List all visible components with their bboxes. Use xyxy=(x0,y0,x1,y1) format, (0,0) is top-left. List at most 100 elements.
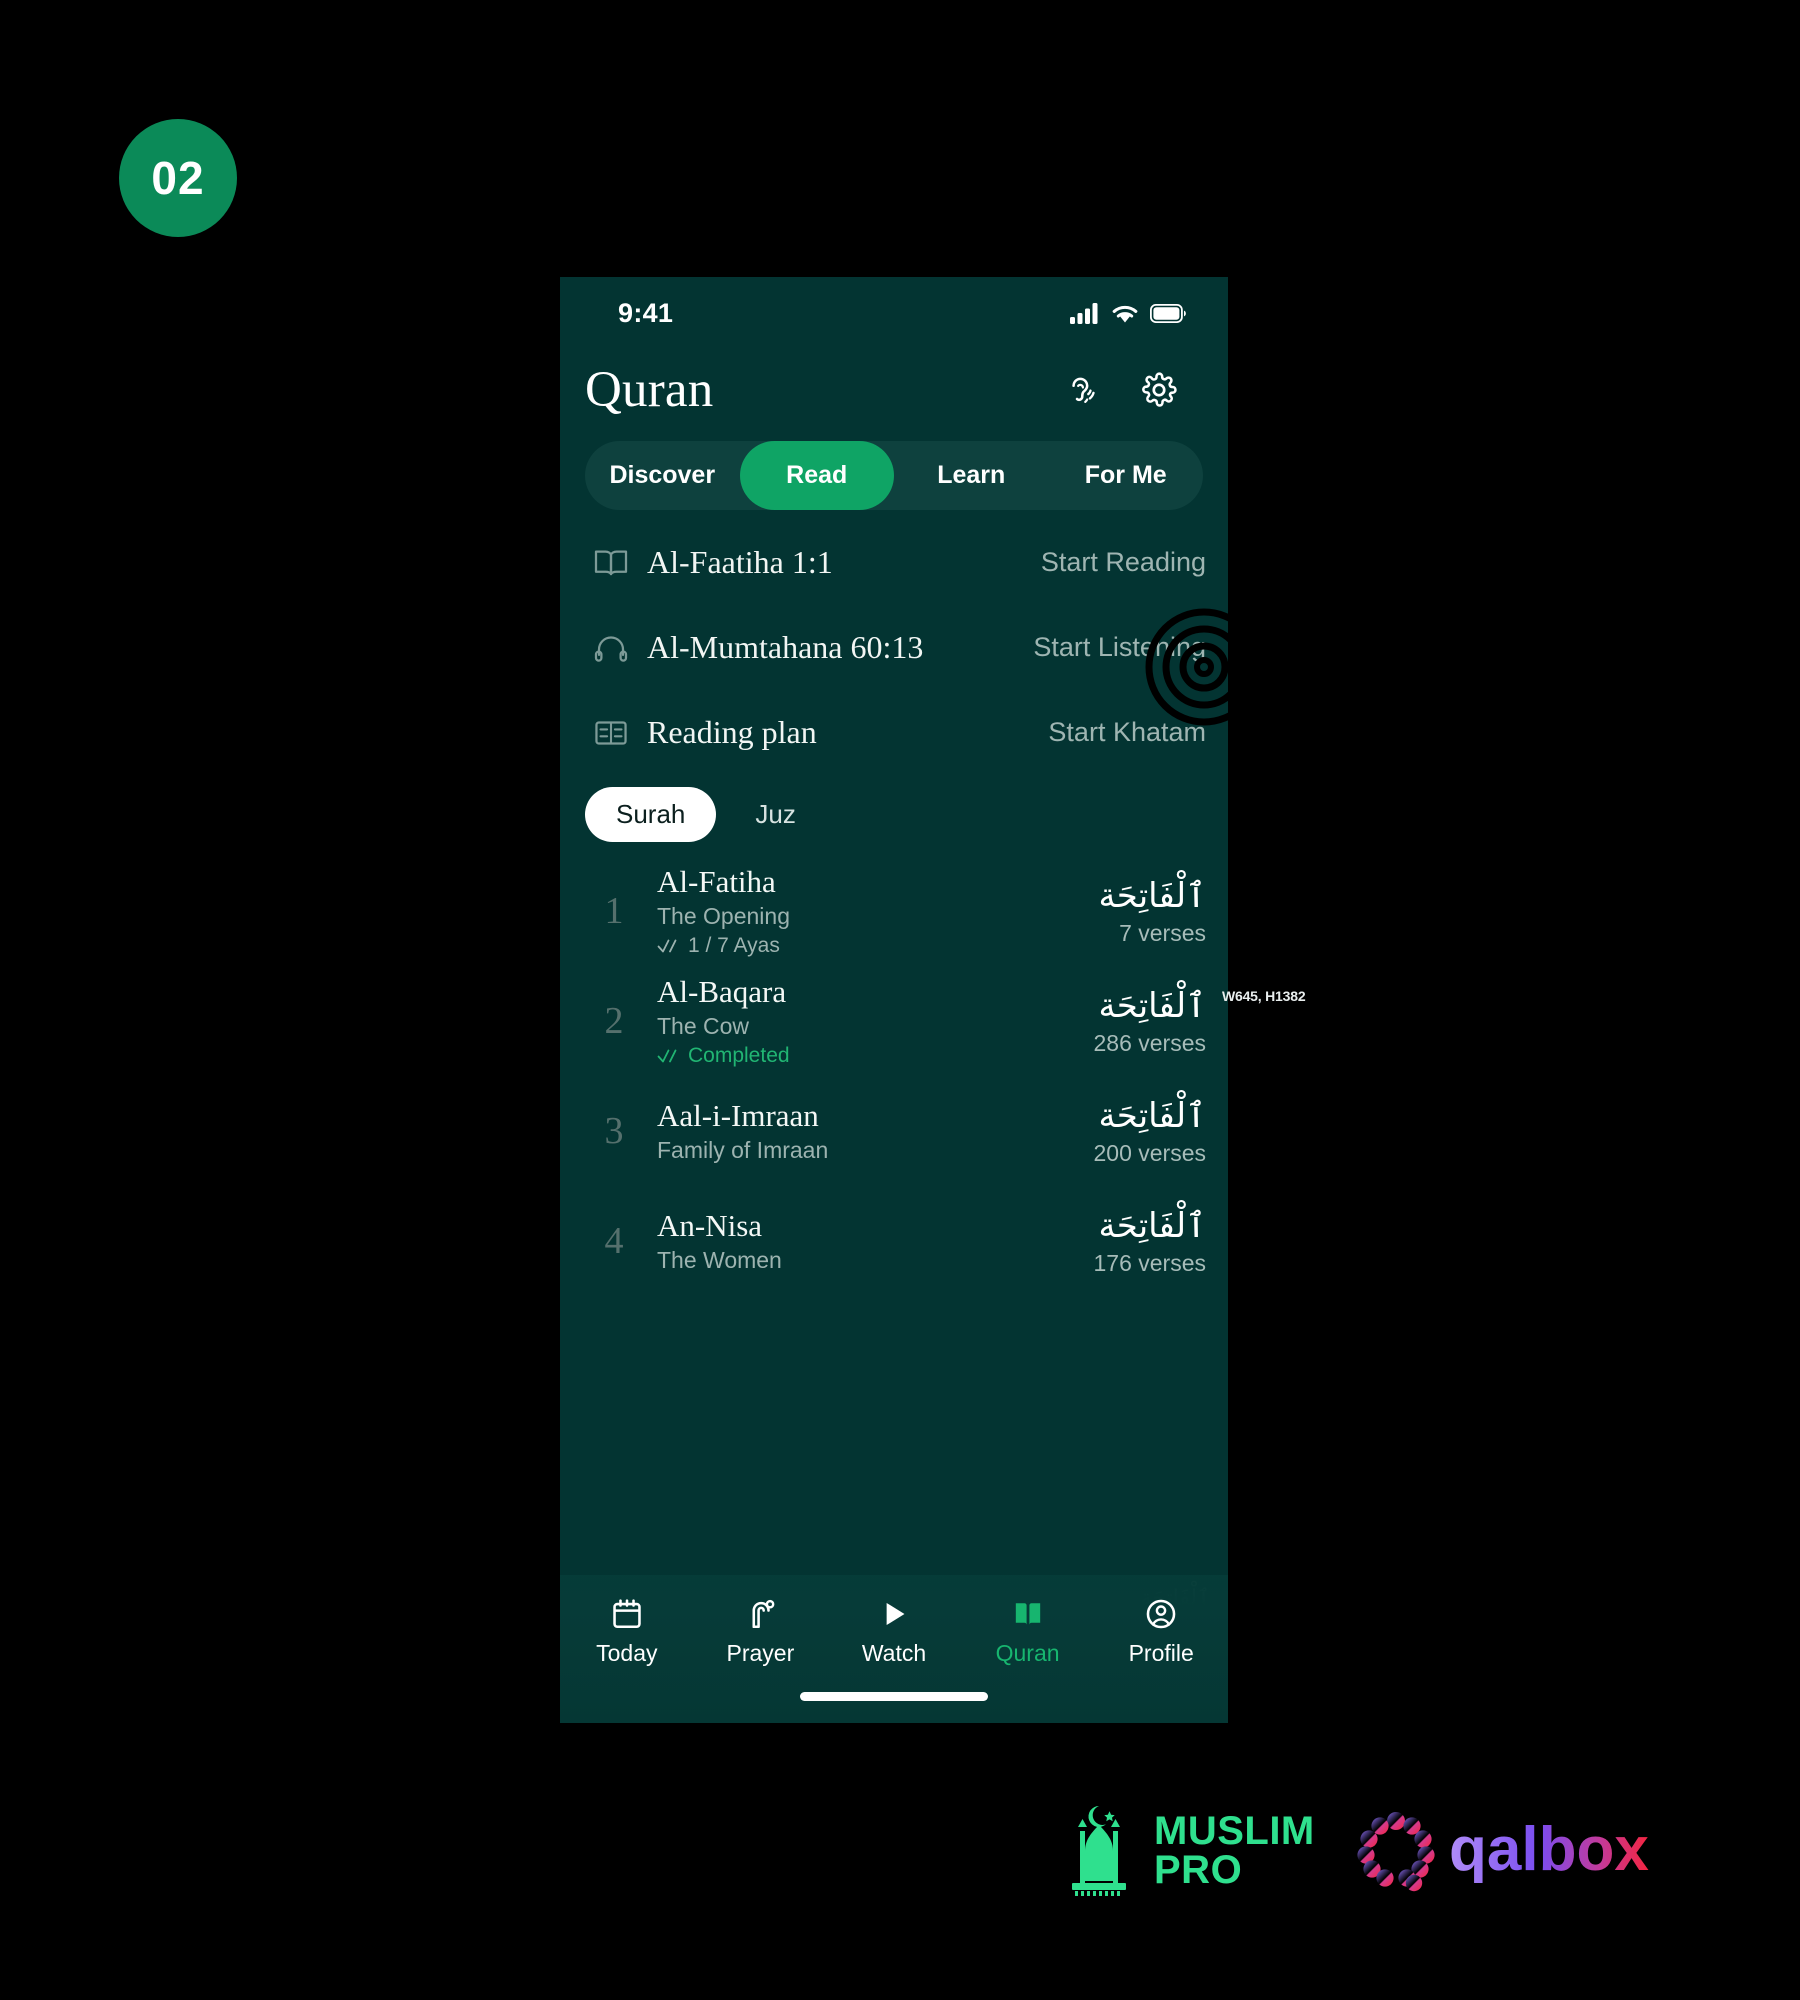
play-triangle-icon xyxy=(877,1593,911,1631)
surah-meaning: Family of Imraan xyxy=(657,1137,829,1164)
surah-arabic-name: ٱلْفَاتِحَة xyxy=(1098,1206,1206,1247)
qalbox-mark-icon xyxy=(1357,1812,1435,1892)
status-indicators xyxy=(1070,302,1186,324)
double-check-icon xyxy=(657,939,677,953)
quick-action-label: Al-Mumtahana 60:13 xyxy=(647,629,924,665)
surah-progress: Completed xyxy=(657,1044,1031,1068)
reading-plan-icon xyxy=(585,718,647,748)
settings-gear-icon xyxy=(1142,372,1177,407)
quick-action-row-reading[interactable]: Al-Faatiha 1:1 Start Reading xyxy=(585,520,1206,605)
calendar-icon xyxy=(610,1593,644,1631)
wifi-icon xyxy=(1112,305,1138,322)
surah-verse-count: 7 verses xyxy=(1119,919,1206,946)
muslim-pro-logo: MUSLIM PRO xyxy=(1060,1805,1315,1897)
headphones-icon xyxy=(585,633,647,663)
open-book-icon xyxy=(585,548,647,578)
surah-arabic-name: ٱلْفَاتِحَة xyxy=(1098,986,1206,1027)
tab-learn[interactable]: Learn xyxy=(894,441,1049,510)
tab-read[interactable]: Read xyxy=(739,441,894,510)
list-type-toggle: Surah Juz xyxy=(585,787,1228,842)
status-time: 9:41 xyxy=(618,297,674,328)
nav-label: Watch xyxy=(861,1640,927,1666)
quick-action-label: Al-Faatiha 1:1 xyxy=(647,544,833,580)
surah-meaning: The Cow xyxy=(657,1013,750,1040)
surah-name: Al-Fatiha xyxy=(657,863,776,899)
listening-button[interactable] xyxy=(1060,369,1102,411)
surah-progress-label: 1 / 7 Ayas xyxy=(688,934,780,958)
surah-right-block: ٱلْفَاتِحَة 200 verses xyxy=(1031,1095,1206,1167)
surah-list-item[interactable]: 4 An-Nisa The Women ٱلْفَاتِحَة 176 vers… xyxy=(585,1186,1207,1296)
phone-screen: 9:41 Quran Discover Read Learn For Me Al… xyxy=(560,277,1228,1723)
step-badge: 02 xyxy=(119,119,237,237)
toggle-surah[interactable]: Surah xyxy=(585,787,717,842)
surah-arabic-name: ٱلْفَاتِحَة xyxy=(1098,876,1206,917)
nav-item-prayer[interactable]: Prayer xyxy=(694,1593,828,1667)
status-bar: 9:41 xyxy=(560,277,1228,339)
footer-logos: MUSLIM PRO qalbox xyxy=(1060,1805,1714,1897)
surah-list-item[interactable]: 3 Aal-i-Imraan Family of Imraan ٱلْفَاتِ… xyxy=(585,1076,1207,1186)
muslim-pro-wordmark: MUSLIM PRO xyxy=(1154,1808,1315,1892)
segmented-control: Discover Read Learn For Me xyxy=(585,441,1203,510)
home-indicator[interactable] xyxy=(800,1692,988,1701)
surah-verse-count: 286 verses xyxy=(1093,1029,1206,1056)
header-actions xyxy=(1060,369,1180,411)
muslim-pro-line1: MUSLIM xyxy=(1154,1808,1315,1853)
dimension-watermark: W645, H1382 xyxy=(1222,988,1306,1004)
surah-verse-count: 200 verses xyxy=(1093,1139,1206,1166)
page-title: Quran xyxy=(585,362,714,418)
app-header: Quran xyxy=(560,339,1228,419)
toggle-juz[interactable]: Juz xyxy=(724,787,826,842)
tab-discover[interactable]: Discover xyxy=(585,441,740,510)
nav-label: Profile xyxy=(1128,1640,1194,1666)
quick-actions-list: Al-Faatiha 1:1 Start Reading Al-Mumtahan… xyxy=(560,520,1228,775)
step-badge-label: 02 xyxy=(151,152,205,204)
surah-list: 1 Al-Fatiha The Opening 1 / 7 Ayas ٱلْفَ… xyxy=(560,842,1228,1296)
surah-name: An-Nisa xyxy=(657,1207,763,1243)
surah-right-block: ٱلْفَاتِحَة 176 verses xyxy=(1031,1205,1206,1277)
surah-right-block: ٱلْفَاتِحَة 7 verses xyxy=(1031,875,1206,947)
surah-number: 3 xyxy=(604,1110,624,1152)
surah-number: 4 xyxy=(604,1220,624,1262)
quick-action-label: Reading plan xyxy=(647,714,817,750)
surah-list-item[interactable]: 2 Al-Baqara The Cow Completed ٱلْفَاتِحَ… xyxy=(585,966,1207,1076)
surah-details: An-Nisa The Women xyxy=(643,1208,1031,1275)
surah-details: Al-Baqara The Cow Completed xyxy=(643,974,1031,1069)
settings-button[interactable] xyxy=(1138,369,1180,411)
nav-item-watch[interactable]: Watch xyxy=(827,1593,961,1667)
surah-progress-label: Completed xyxy=(688,1044,790,1068)
surah-list-item[interactable]: 1 Al-Fatiha The Opening 1 / 7 Ayas ٱلْفَ… xyxy=(585,856,1207,966)
profile-avatar-icon xyxy=(1144,1593,1178,1631)
quick-action-row-reading-plan[interactable]: Reading plan Start Khatam xyxy=(585,690,1206,775)
surah-verse-count: 176 verses xyxy=(1093,1249,1206,1276)
nav-label: Quran xyxy=(995,1640,1060,1666)
nav-item-profile[interactable]: Profile xyxy=(1094,1593,1228,1667)
surah-number: 1 xyxy=(604,890,624,932)
surah-right-block: ٱلْفَاتِحَة 286 verses xyxy=(1031,985,1206,1057)
surah-name: Aal-i-Imraan xyxy=(657,1097,819,1133)
qalbox-wordmark: qalbox xyxy=(1449,1815,1649,1884)
start-reading-link[interactable]: Start Reading xyxy=(1041,547,1206,578)
surah-meaning: The Opening xyxy=(657,903,790,930)
nav-item-quran[interactable]: Quran xyxy=(961,1593,1095,1667)
nav-label: Prayer xyxy=(726,1640,795,1666)
prayer-mat-icon xyxy=(743,1593,777,1631)
listening-icon xyxy=(1072,377,1095,403)
muslim-pro-line2: PRO xyxy=(1154,1848,1243,1892)
qalbox-logo: qalbox xyxy=(1357,1810,1714,1892)
svg-text:qalbox: qalbox xyxy=(1449,1815,1649,1884)
surah-progress: 1 / 7 Ayas xyxy=(657,934,1031,958)
start-khatam-link[interactable]: Start Khatam xyxy=(1048,717,1206,748)
surah-name: Al-Baqara xyxy=(657,973,787,1009)
surah-arabic-name: ٱلْفَاتِحَة xyxy=(1098,1096,1206,1137)
double-check-icon xyxy=(657,1049,677,1063)
mosque-icon xyxy=(1072,1806,1126,1896)
tab-for-me[interactable]: For Me xyxy=(1049,441,1204,510)
surah-meaning: The Women xyxy=(657,1247,782,1274)
open-book-icon xyxy=(1011,1593,1045,1631)
surah-details: Aal-i-Imraan Family of Imraan xyxy=(643,1098,1031,1165)
start-listening-link[interactable]: Start Listening xyxy=(1033,632,1206,663)
nav-item-today[interactable]: Today xyxy=(560,1593,694,1667)
surah-details: Al-Fatiha The Opening 1 / 7 Ayas xyxy=(643,864,1031,959)
quick-action-row-listening[interactable]: Al-Mumtahana 60:13 Start Listening xyxy=(585,605,1206,690)
surah-number: 2 xyxy=(604,1000,624,1042)
